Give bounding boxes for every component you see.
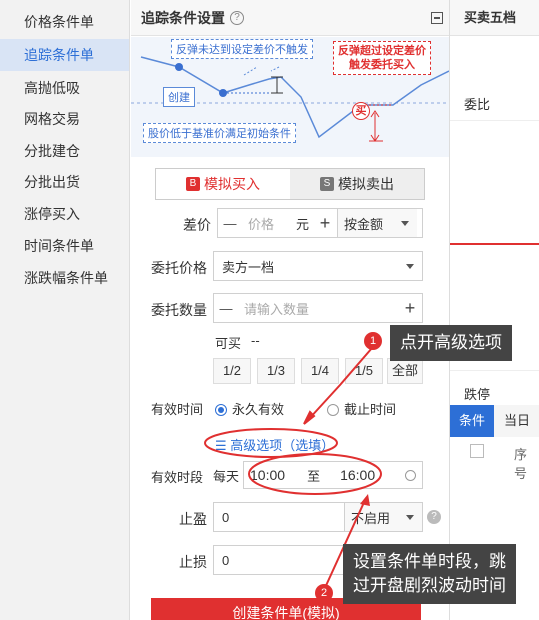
chevron-down-icon bbox=[401, 220, 410, 226]
chevron-down-icon bbox=[406, 514, 414, 520]
validity-label: 有效时间 bbox=[151, 402, 204, 417]
chevron-down-icon bbox=[406, 263, 414, 269]
take-profit-input[interactable]: 0 bbox=[222, 510, 229, 525]
tab-simulated-buy-label: 模拟买入 bbox=[204, 176, 260, 192]
callout-1-number: 1 bbox=[364, 332, 382, 350]
take-profit-mode-select[interactable]: 不启用 bbox=[344, 503, 422, 531]
spread-minus-button[interactable]: — bbox=[218, 216, 242, 231]
sidebar-item-grid-trading[interactable]: 网格交易 bbox=[0, 103, 129, 135]
validity-deadline-label: 截止时间 bbox=[344, 402, 397, 417]
order-book-panel: 买卖五档 委比 跌停 条件 当日 序号 bbox=[449, 0, 539, 620]
available-value: -- bbox=[251, 333, 260, 348]
rebound-not-reached-note: 反弹未达到设定差价不触发 bbox=[171, 39, 313, 59]
fraction-fifth-button[interactable]: 1/5 bbox=[345, 358, 383, 384]
select-all-checkbox[interactable] bbox=[470, 444, 484, 458]
sidebar-item-batch-sell[interactable]: 分批出货 bbox=[0, 166, 129, 198]
sell-badge-icon: S bbox=[320, 177, 334, 191]
tab-conditions[interactable]: 条件 bbox=[450, 405, 494, 437]
qty-plus-button[interactable]: + bbox=[398, 298, 422, 319]
limit-down-label: 跌停 bbox=[464, 387, 491, 402]
sidebar-item-batch-build[interactable]: 分批建仓 bbox=[0, 135, 129, 167]
panel-header: 追踪条件设置 ? bbox=[131, 0, 449, 36]
sidebar-item-high-sell-low-buy[interactable]: 高抛低吸 bbox=[0, 72, 129, 104]
validity-deadline-option[interactable]: 截止时间 bbox=[327, 399, 396, 418]
trailing-diagram: 反弹未达到设定差价不触发 反弹超过设定差价 触发委托买入 创建 买 股价低于基准… bbox=[131, 37, 449, 157]
spread-input[interactable]: 价格 bbox=[248, 214, 274, 233]
radio-unchecked-icon bbox=[327, 404, 339, 416]
buy-sell-tabs: B 模拟买入 S 模拟卖出 bbox=[155, 168, 425, 200]
right-tabs: 条件 当日 bbox=[450, 405, 539, 437]
take-profit-field: 0 不启用 bbox=[213, 502, 423, 532]
callout-set-period: 设置条件单时段，跳 过开盘剧烈波动时间 bbox=[343, 544, 516, 604]
sidebar-item-limit-up-buy[interactable]: 涨停买入 bbox=[0, 198, 129, 230]
spread-plus-button[interactable]: + bbox=[313, 213, 337, 234]
radio-checked-icon bbox=[215, 404, 227, 416]
order-book-title: 买卖五档 bbox=[450, 0, 539, 36]
tab-today[interactable]: 当日 bbox=[494, 405, 530, 437]
callout-set-period-line2: 过开盘剧烈波动时间 bbox=[353, 576, 506, 595]
take-profit-mode-value: 不启用 bbox=[351, 510, 391, 526]
rebound-exceeded-line1: 反弹超过设定差价 bbox=[338, 45, 426, 57]
create-tag: 创建 bbox=[163, 87, 195, 107]
take-profit-label: 止盈 bbox=[179, 511, 207, 527]
sidebar-item-price-condition[interactable]: 价格条件单 bbox=[0, 6, 129, 38]
callout-set-period-line1: 设置条件单时段，跳 bbox=[353, 552, 506, 571]
rebound-exceeded-line2: 触发委托买入 bbox=[349, 59, 415, 71]
stop-loss-input[interactable]: 0 bbox=[222, 553, 229, 568]
strategy-sidebar: 价格条件单 追踪条件单 高抛低吸 网格交易 分批建仓 分批出货 涨停买入 时间条… bbox=[0, 0, 130, 620]
spread-field: — 价格 元 + 按金额 bbox=[217, 208, 423, 238]
available-label: 可买 bbox=[215, 336, 242, 351]
validity-permanent-option[interactable]: 永久有效 bbox=[215, 399, 284, 418]
buy-marker: 买 bbox=[352, 102, 370, 120]
qty-minus-button[interactable]: — bbox=[214, 301, 238, 316]
period-highlight-ellipse bbox=[248, 453, 382, 495]
take-profit-help-icon[interactable]: ? bbox=[427, 510, 441, 524]
sidebar-item-trailing-condition[interactable]: 追踪条件单 bbox=[0, 39, 129, 71]
fraction-third-button[interactable]: 1/3 bbox=[257, 358, 295, 384]
stop-loss-label: 止损 bbox=[179, 554, 207, 570]
fraction-quarter-button[interactable]: 1/4 bbox=[301, 358, 339, 384]
light-divider bbox=[450, 370, 539, 371]
order-price-select[interactable]: 卖方一档 bbox=[213, 251, 423, 281]
tab-simulated-buy[interactable]: B 模拟买入 bbox=[156, 169, 290, 199]
order-price-value: 卖方一档 bbox=[222, 259, 275, 275]
trailing-condition-panel: 追踪条件设置 ? 反弹未达到设定差价不触发 反弹超过设定差价 触发委托买入 创建… bbox=[131, 0, 449, 620]
order-qty-field: — 请输入数量 + bbox=[213, 293, 423, 323]
help-icon[interactable]: ? bbox=[230, 10, 244, 25]
spread-label: 差价 bbox=[183, 217, 211, 233]
sidebar-item-time-condition[interactable]: 时间条件单 bbox=[0, 230, 129, 262]
qty-input[interactable]: 请输入数量 bbox=[244, 299, 309, 318]
below-base-note: 股价低于基准价满足初始条件 bbox=[143, 123, 296, 143]
tab-simulated-sell-label: 模拟卖出 bbox=[338, 176, 394, 192]
light-divider bbox=[450, 120, 539, 121]
ratio-label: 委比 bbox=[464, 97, 491, 112]
spread-unit: 元 bbox=[296, 216, 310, 232]
rebound-exceeded-note: 反弹超过设定差价 触发委托买入 bbox=[333, 41, 431, 75]
page-title: 追踪条件设置 bbox=[141, 9, 225, 26]
collapse-icon[interactable] bbox=[431, 12, 443, 24]
validity-permanent-label: 永久有效 bbox=[232, 402, 285, 417]
red-divider bbox=[450, 243, 539, 245]
tab-simulated-sell[interactable]: S 模拟卖出 bbox=[290, 169, 424, 199]
fraction-half-button[interactable]: 1/2 bbox=[213, 358, 251, 384]
spread-mode-value: 按金额 bbox=[344, 216, 384, 232]
column-seq: 序号 bbox=[514, 447, 528, 481]
callout-open-advanced: 点开高级选项 bbox=[390, 325, 512, 361]
buy-badge-icon: B bbox=[186, 177, 200, 191]
order-price-label: 委托价格 bbox=[151, 260, 207, 276]
order-qty-label: 委托数量 bbox=[151, 302, 207, 318]
fraction-all-button[interactable]: 全部 bbox=[387, 358, 423, 384]
sidebar-item-change-condition[interactable]: 涨跌幅条件单 bbox=[0, 262, 129, 294]
spread-mode-select[interactable]: 按金额 bbox=[337, 209, 418, 237]
callout-2-number: 2 bbox=[315, 584, 333, 602]
